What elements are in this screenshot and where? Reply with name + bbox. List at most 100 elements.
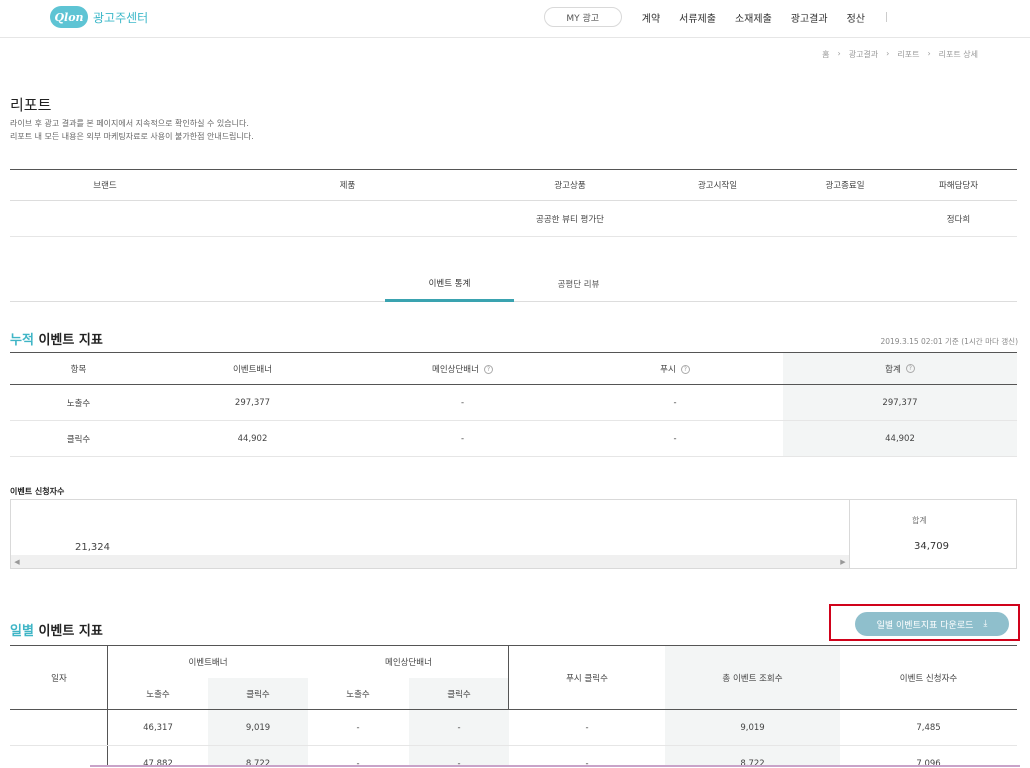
site-logo[interactable]: Qlon 광고주센터 — [50, 6, 148, 28]
page-description-2: 리포트 내 모든 내용은 외부 마케팅자료로 사용이 불가한점 안내드립니다. — [10, 132, 254, 141]
logo-badge: Qlon — [50, 6, 88, 28]
daily-date — [10, 710, 108, 745]
push-value: - — [673, 433, 677, 444]
daily-applicants: 7,485 — [916, 722, 941, 733]
applicants-box: 21,324 ◀ ▶ — [10, 499, 1017, 569]
nav-ad-results[interactable]: 광고결과 — [791, 10, 828, 25]
daily-total-views: 9,019 — [740, 722, 765, 733]
report-tabs: 이벤트 통계 공평단 리뷰 — [10, 266, 1017, 302]
chevron-right-icon: › — [927, 49, 931, 58]
download-label: 일별 이벤트지표 다운로드 — [876, 620, 974, 631]
main-banner-value: - — [460, 433, 465, 444]
applicants-total-label: 합계 — [912, 516, 927, 525]
chevron-right-icon: › — [837, 49, 841, 58]
nav-documents[interactable]: 서류제출 — [679, 10, 716, 25]
bottom-edge-line — [90, 765, 1020, 767]
applicants-value: 21,324 — [75, 542, 110, 553]
daily-table: 일자 이벤트배너 메인상단배너 푸시 클릭수 총 이벤트 조회수 이벤트 신청자… — [10, 645, 1017, 768]
applicants-scroll-area: 21,324 ◀ ▶ — [11, 500, 850, 568]
header-event-banner: 이벤트배너 — [188, 658, 228, 668]
daily-title-rest: 이벤트 지표 — [33, 624, 103, 639]
daily-download-button[interactable]: 일별 이벤트지표 다운로드 ⤓ — [855, 612, 1009, 636]
breadcrumb-home[interactable]: 홈 — [822, 49, 829, 60]
info-header-row: 브랜드 제품 광고상품 광고시작일 광고종료일 파해담당자 — [10, 170, 1017, 201]
total-value: 297,377 — [783, 385, 1017, 420]
table-row: 노출수 297,377 - - 297,377 — [10, 385, 1017, 421]
nav-settlement[interactable]: 정산 — [847, 10, 865, 25]
header-main-banner-wrap: 메인상단배너? — [358, 363, 567, 375]
header-clicks: 클릭수 — [246, 689, 270, 700]
nav-materials[interactable]: 소재제출 — [735, 10, 772, 25]
site-name: 광고주센터 — [93, 10, 149, 25]
daily-push-click: - — [585, 722, 589, 733]
applicants-label: 이벤트 신청자수 — [10, 487, 65, 496]
scroll-left-icon[interactable]: ◀ — [11, 555, 23, 568]
row-label: 노출수 — [66, 398, 91, 409]
header-impressions: 노출수 — [146, 689, 170, 700]
my-ad-button[interactable]: MY 광고 — [543, 7, 622, 27]
header-main-banner: 메인상단배너 — [385, 658, 432, 668]
daily-event-impr: 46,317 — [143, 722, 173, 733]
header-push-clicks: 푸시 클릭수 — [566, 673, 608, 684]
update-note: 2019.3.15 02:01 기준 (1시간 마다 갱신) — [880, 337, 1018, 346]
header-total: 합계 — [885, 364, 901, 375]
header-item: 항목 — [70, 364, 87, 375]
breadcrumb-report-detail: 리포트 상세 — [938, 50, 978, 59]
event-banner-value: 44,902 — [237, 433, 268, 444]
main-nav: MY 광고 계약 서류제출 소재제출 광고결과 정산 — [543, 7, 1030, 27]
download-icon: ⤓ — [983, 619, 988, 629]
cumulative-table: 항목 이벤트배너 메인상단배너? 푸시? 합계? 노출수 297,377 - -… — [10, 352, 1017, 457]
tab-event-stats[interactable]: 이벤트 통계 — [385, 266, 514, 302]
total-value: 44,902 — [783, 421, 1017, 456]
info-header-ad-product: 광고상품 — [554, 181, 586, 191]
top-header: Qlon 광고주센터 MY 광고 계약 서류제출 소재제출 광고결과 정산 — [0, 0, 1030, 38]
breadcrumb: 홈 › 광고결과 › 리포트 › 리포트 상세 — [822, 49, 978, 60]
nav-contract[interactable]: 계약 — [642, 10, 660, 25]
cumulative-header-row: 항목 이벤트배너 메인상단배너? 푸시? 합계? — [10, 352, 1017, 385]
header-total-wrap: 합계? — [783, 353, 1017, 384]
campaign-info-table: 브랜드 제품 광고상품 광고시작일 광고종료일 파해담당자 공공한 뷰티 평가단… — [10, 169, 1017, 237]
help-icon[interactable]: ? — [905, 364, 915, 373]
help-icon[interactable]: ? — [680, 364, 690, 374]
header-push: 푸시 — [660, 364, 676, 375]
header-push-wrap: 푸시? — [567, 363, 783, 375]
daily-event-click: 9,019 — [245, 722, 271, 733]
header-clicks: 클릭수 — [447, 689, 471, 700]
cumulative-title-accent: 누적 — [10, 333, 34, 348]
info-header-product: 제품 — [339, 181, 356, 191]
info-header-end-date: 광고종료일 — [825, 181, 865, 191]
chevron-right-icon: › — [886, 49, 890, 58]
header-impressions: 노출수 — [346, 689, 370, 700]
applicants-total-value: 34,709 — [914, 541, 949, 552]
scroll-right-icon[interactable]: ▶ — [837, 555, 849, 568]
page-title: 리포트 — [10, 96, 52, 114]
horizontal-scrollbar[interactable]: ◀ ▶ — [11, 555, 849, 568]
info-manager: 정다희 — [946, 214, 971, 225]
cumulative-section-title: 누적 이벤트 지표 — [10, 329, 103, 348]
info-header-manager: 파해담당자 — [938, 181, 979, 191]
nav-divider — [886, 12, 887, 22]
page-description-1: 라이브 후 광고 결과를 본 페이지에서 지속적으로 확인하실 수 있습니다. — [10, 119, 249, 128]
breadcrumb-ad-results[interactable]: 광고결과 — [849, 49, 878, 60]
info-ad-product: 공공한 뷰티 평가단 — [536, 214, 604, 225]
daily-section-title: 일별 이벤트 지표 — [10, 620, 103, 639]
header-event-banner: 이벤트배너 — [232, 364, 273, 375]
daily-main-click: - — [457, 722, 461, 733]
breadcrumb-report[interactable]: 리포트 — [897, 49, 919, 60]
header-applicants: 이벤트 신청자수 — [899, 673, 958, 684]
header-main-banner: 메인상단배너 — [432, 364, 479, 375]
info-header-start-date: 광고시작일 — [697, 181, 738, 191]
row-label: 클릭수 — [66, 434, 91, 445]
push-value: - — [673, 397, 677, 408]
info-header-brand: 브랜드 — [93, 181, 117, 191]
column-divider — [508, 646, 509, 709]
cumulative-title-rest: 이벤트 지표 — [33, 333, 103, 348]
tab-reviews[interactable]: 공평단 리뷰 — [514, 266, 643, 302]
daily-main-impr: - — [356, 722, 360, 733]
event-banner-value: 297,377 — [234, 397, 271, 408]
table-row: 클릭수 44,902 - - 44,902 — [10, 421, 1017, 457]
help-icon[interactable]: ? — [483, 364, 493, 374]
daily-title-accent: 일별 — [10, 624, 34, 639]
header-total-views: 총 이벤트 조회수 — [722, 673, 783, 684]
header-date: 일자 — [51, 673, 67, 684]
